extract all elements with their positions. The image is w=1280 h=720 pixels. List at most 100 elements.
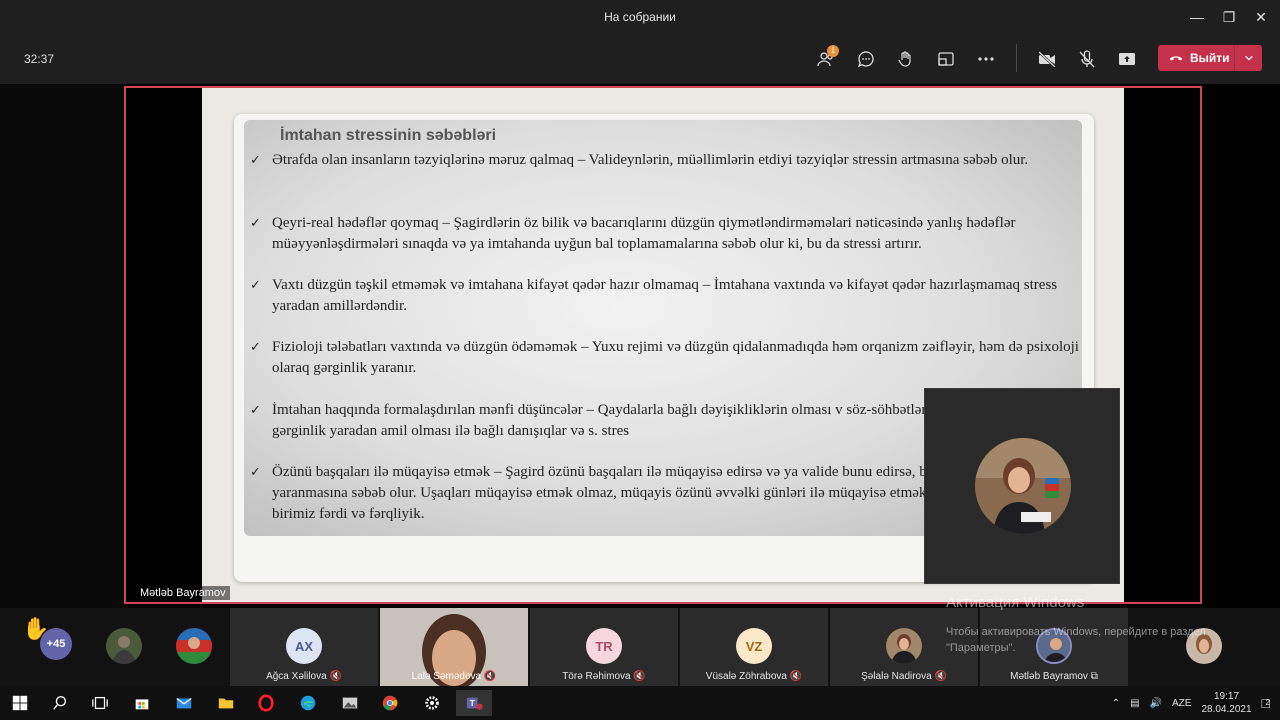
explorer-app[interactable] <box>208 690 244 716</box>
participant-photo <box>886 628 922 664</box>
windows-taskbar: T ⌃ ▤ 🔊 AZE 19:17 28.04.2021 □ 2 <box>0 686 1280 720</box>
mic-off-icon: 🔇 <box>789 671 803 682</box>
checkmark-icon: ✓ <box>250 216 261 231</box>
mic-off-icon: 🔇 <box>934 671 947 682</box>
participant-initials: AX <box>286 628 322 664</box>
task-view-button[interactable] <box>82 690 118 716</box>
speaker-icon[interactable]: 🔊 <box>1150 698 1162 709</box>
participant-photo[interactable] <box>106 628 142 664</box>
language-indicator[interactable]: AZE <box>1172 698 1191 709</box>
search-button[interactable] <box>42 690 78 716</box>
toolbar-divider <box>1016 44 1017 72</box>
slide-heading: İmtahan stressinin səbəbləri <box>280 127 497 144</box>
participants-button[interactable]: 1 <box>812 45 840 72</box>
breakout-button[interactable] <box>932 46 960 72</box>
participant-initials: VZ <box>736 628 772 664</box>
slide-bullet: ✓ Qeyri-real hədəflər qoymaq – Şagirdləri… <box>250 213 1080 255</box>
bullet-text: Fizioloji tələbatları vaxtında və düzgün… <box>272 339 1079 376</box>
network-icon[interactable]: ▤ <box>1130 698 1139 709</box>
teams-app[interactable]: T <box>456 690 492 716</box>
settings-app[interactable] <box>414 690 450 716</box>
self-avatar <box>975 438 1071 534</box>
participant-tile[interactable]: TR Törə Rəhimova 🔇 <box>530 608 678 686</box>
share-button[interactable] <box>1113 46 1141 72</box>
bullet-text: Qeyri-real hədəflər qoymaq – Şagirdlərin… <box>272 215 1016 252</box>
participant-photo[interactable] <box>176 628 212 664</box>
bullet-text: Vaxtı düzgün təşkil etməmək və imtahana … <box>272 277 1058 314</box>
teams-icon: T <box>466 697 483 710</box>
stage-left-margin <box>0 84 124 608</box>
checkmark-icon: ✓ <box>250 403 261 418</box>
clock[interactable]: 19:17 28.04.2021 <box>1201 690 1251 716</box>
photo-avatar-icon <box>176 628 212 664</box>
activation-watermark-title: Активация Windows <box>946 594 1085 611</box>
participant-name: Şəlalə Nadirova 🔇 <box>861 671 947 682</box>
share-tray-icon <box>1119 53 1135 65</box>
activation-watermark-subtitle: Чтобы активировать Windows, перейдите в … <box>946 626 1206 654</box>
notifications-button[interactable]: □ 2 <box>1262 695 1270 711</box>
opera-icon <box>258 694 274 712</box>
windows-logo-icon <box>12 695 28 711</box>
checkmark-icon: ✓ <box>250 153 261 168</box>
hang-up-icon <box>1169 56 1183 61</box>
search-icon <box>53 696 67 710</box>
close-icon[interactable]: ✕ <box>1248 6 1274 28</box>
camera-toggle-button[interactable] <box>1033 46 1061 72</box>
clock-time: 19:17 <box>1213 691 1240 702</box>
self-video-preview[interactable] <box>924 388 1120 584</box>
start-button[interactable] <box>2 690 38 716</box>
checkmark-icon: ✓ <box>250 465 261 480</box>
mic-toggle-button[interactable] <box>1073 46 1101 72</box>
photo-avatar-icon <box>886 628 922 664</box>
notification-count: 2 <box>1265 698 1270 707</box>
slide-bullet: ✓ Vaxtı düzgün təşkil etməmək və imtahana… <box>250 275 1080 317</box>
leave-button[interactable]: Выйти <box>1158 45 1262 71</box>
folder-icon <box>218 698 234 709</box>
mic-off-icon <box>1079 50 1095 68</box>
presenter-name-label: Mətləb Bayramov <box>136 586 230 600</box>
checkmark-icon: ✓ <box>250 278 261 293</box>
leave-main[interactable]: Выйти <box>1158 50 1234 66</box>
participant-tile[interactable]: VZ Vüsalə Zöhrabova 🔇 <box>680 608 828 686</box>
show-hidden-icons[interactable]: ⌃ <box>1112 698 1120 709</box>
slide-bullet: ✓ Ətrafda olan insanların təzyiqlərinə mə… <box>250 150 1080 171</box>
image-app-icon <box>342 697 358 709</box>
participant-name: Ağca Xəlilova 🔇 <box>266 671 342 682</box>
screen-share-icon: ⧉ <box>1090 671 1098 682</box>
reactions-button[interactable] <box>892 46 920 72</box>
task-view-icon <box>92 696 108 710</box>
chat-icon <box>857 51 874 68</box>
meeting-timer: 32:37 <box>24 52 55 66</box>
participant-name: Mətləb Bayramov ⧉ <box>1010 671 1098 682</box>
overflow-participants-button[interactable]: +45 <box>40 628 72 660</box>
mic-off-icon: 🔇 <box>633 671 646 682</box>
room-icon <box>938 52 954 66</box>
participant-tile[interactable]: AX Ağca Xəlilova 🔇 <box>230 608 378 686</box>
participant-name: Vüsalə Zöhrabova 🔇 <box>705 671 803 682</box>
participant-tile[interactable]: Lalə Səmədova 🔇 <box>380 608 528 686</box>
leave-options-button[interactable] <box>1235 53 1262 63</box>
profile-photo-icon <box>975 438 1071 534</box>
bullet-text: Ətrafda olan insanların təzyiqlərinə mər… <box>272 152 1029 168</box>
meeting-stage: İmtahan stressinin səbəbləri ✓ Ətrafda ol… <box>0 84 1280 608</box>
more-actions-button[interactable] <box>972 46 1000 72</box>
opera-app[interactable] <box>248 690 284 716</box>
edge-icon <box>300 695 316 711</box>
svg-text:T: T <box>470 699 475 708</box>
chevron-down-icon <box>1244 55 1253 61</box>
chrome-app[interactable] <box>372 690 408 716</box>
checkmark-icon: ✓ <box>250 340 261 355</box>
participant-name: Lalə Səmədova 🔇 <box>411 671 497 682</box>
mail-app[interactable] <box>166 690 202 716</box>
photo-app[interactable] <box>332 690 368 716</box>
chrome-icon <box>382 695 398 711</box>
edge-app[interactable] <box>290 690 326 716</box>
chat-button[interactable] <box>852 46 880 72</box>
restore-icon[interactable]: ❐ <box>1216 6 1242 28</box>
minimize-icon[interactable]: — <box>1184 6 1210 28</box>
mic-off-icon: 🔇 <box>483 671 497 682</box>
clock-date: 28.04.2021 <box>1201 704 1252 715</box>
system-tray: ⌃ ▤ 🔊 AZE 19:17 28.04.2021 □ 2 <box>1112 686 1270 720</box>
store-app[interactable] <box>124 690 160 716</box>
gear-icon <box>425 696 439 710</box>
